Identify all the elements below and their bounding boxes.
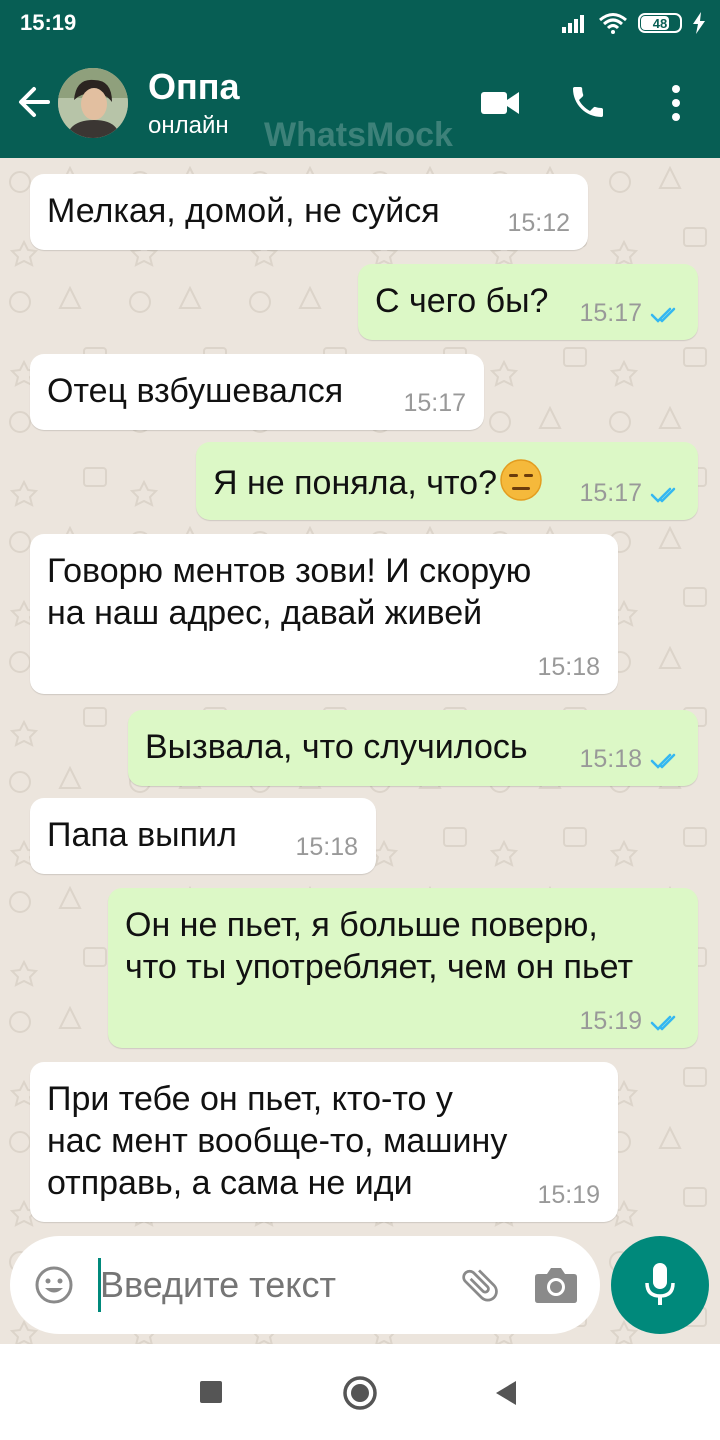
message-incoming[interactable]: Мелкая, домой, не суйся 15:12	[30, 174, 588, 250]
message-text: Мелкая, домой, не суйся	[47, 192, 440, 230]
mic-icon	[645, 1263, 675, 1305]
wifi-icon	[599, 13, 627, 34]
chat-area[interactable]: Мелкая, домой, не суйся 15:12 С чего бы?…	[0, 158, 720, 1344]
message-composer[interactable]	[10, 1236, 600, 1334]
emoji-icon[interactable]	[34, 1265, 74, 1305]
message-time: 15:18	[295, 833, 358, 861]
recent-apps-icon[interactable]	[199, 1380, 223, 1404]
contact-status: онлайн	[148, 112, 229, 139]
video-call-icon[interactable]	[480, 88, 520, 118]
message-text: Он не пьет, я больше поверю, что ты упот…	[125, 906, 634, 986]
phone-icon[interactable]	[568, 82, 608, 122]
read-ticks-icon	[650, 487, 676, 503]
battery-icon: 48	[638, 13, 682, 33]
message-time: 15:17	[403, 389, 466, 417]
message-outgoing[interactable]: Он не пьет, я больше поверю, что ты упот…	[108, 888, 698, 1048]
mic-button[interactable]	[611, 1236, 709, 1334]
status-time: 15:19	[20, 10, 77, 35]
more-options-icon[interactable]	[668, 84, 684, 122]
message-incoming[interactable]: Отец взбушевался 15:17	[30, 354, 484, 430]
message-time: 15:19	[537, 1181, 600, 1209]
read-ticks-icon	[650, 1015, 676, 1031]
status-icons: 48	[562, 12, 706, 34]
message-text: Папа выпил	[47, 816, 237, 854]
message-text: С чего бы?	[375, 282, 549, 320]
message-text: При тебе он пьет, кто-то у нас мент вооб…	[47, 1080, 508, 1202]
back-arrow-icon[interactable]	[16, 84, 52, 120]
message-text: Вызвала, что случилось	[145, 728, 528, 766]
message-input[interactable]	[100, 1264, 440, 1306]
signal-icon	[562, 15, 584, 33]
message-incoming[interactable]: Папа выпил 15:18	[30, 798, 376, 874]
message-text-content: Я не поняла, что?	[213, 464, 498, 502]
message-incoming[interactable]: Говорю ментов зови! И скорую на наш адре…	[30, 534, 618, 694]
message-outgoing[interactable]: С чего бы? 15:17	[358, 264, 698, 340]
navigation-bar	[0, 1344, 720, 1440]
chat-header: Оппа онлайн WhatsMock	[0, 48, 720, 158]
message-text: Я не поняла, что?	[213, 458, 543, 504]
attach-icon[interactable]	[458, 1263, 502, 1307]
camera-icon[interactable]	[534, 1266, 578, 1304]
avatar[interactable]	[58, 68, 128, 138]
message-time: 15:18	[579, 745, 642, 773]
read-ticks-icon	[650, 753, 676, 769]
status-bar: 15:19 48	[0, 0, 720, 48]
expressionless-face-emoji-icon	[500, 459, 542, 501]
message-time: 15:18	[537, 653, 600, 681]
back-icon[interactable]	[494, 1379, 518, 1407]
message-time: 15:19	[579, 1007, 642, 1035]
home-icon[interactable]	[342, 1375, 378, 1411]
message-text: Говорю ментов зови! И скорую на наш адре…	[47, 552, 532, 632]
message-outgoing[interactable]: Я не поняла, что? 15:17	[196, 442, 698, 520]
message-time: 15:17	[579, 299, 642, 327]
message-time: 15:17	[579, 479, 642, 507]
charging-icon	[693, 12, 705, 34]
battery-level: 48	[652, 15, 668, 31]
contact-name[interactable]: Оппа	[148, 66, 240, 108]
message-incoming[interactable]: При тебе он пьет, кто-то у нас мент вооб…	[30, 1062, 618, 1222]
message-time: 15:12	[507, 209, 570, 237]
watermark: WhatsMock	[264, 116, 453, 154]
message-outgoing[interactable]: Вызвала, что случилось 15:18	[128, 710, 698, 786]
message-text: Отец взбушевался	[47, 372, 344, 410]
read-ticks-icon	[650, 307, 676, 323]
